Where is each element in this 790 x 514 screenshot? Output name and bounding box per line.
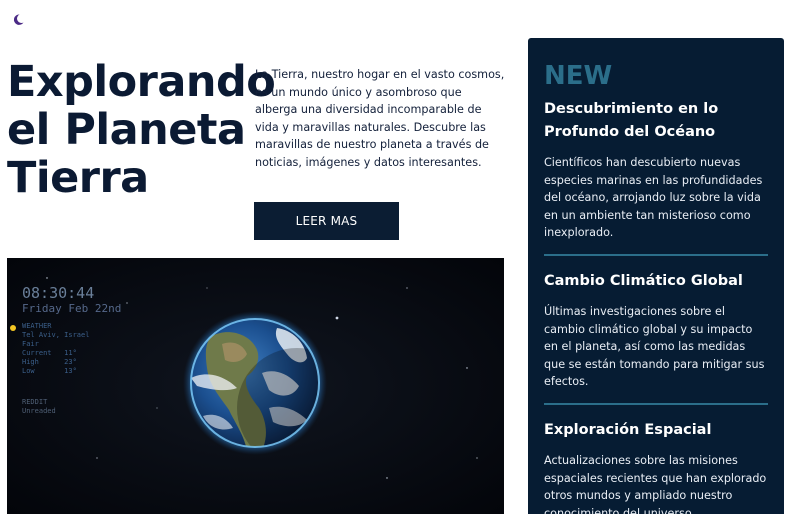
wallpaper-weather: WEATHER Tel Aviv, Israel Fair Current 11… (22, 322, 89, 376)
news-body: Científicos han descubierto nuevas espec… (544, 156, 763, 240)
news-title[interactable]: Descubrimiento en lo Profundo del Océano (544, 98, 768, 144)
weather-sun-icon (10, 325, 16, 331)
earth-image: 08:30:44 Friday Feb 22nd WEATHER Tel Avi… (7, 258, 504, 514)
news-item[interactable]: Exploración Espacial Actualizaciones sob… (544, 419, 768, 514)
news-body: Últimas investigaciones sobre el cambio … (544, 304, 765, 389)
news-panel: NEW Descubrimiento en lo Profundo del Oc… (528, 38, 784, 514)
weather-condition: Fair (22, 340, 39, 348)
divider (544, 402, 768, 405)
moon-icon[interactable] (11, 13, 25, 27)
news-body: Actualizaciones sobre las misiones espac… (544, 453, 767, 514)
wallpaper-reddit: REDDIT Unreaded (22, 398, 56, 416)
news-heading: NEW (544, 61, 613, 91)
weather-row: Current 11° (22, 349, 77, 357)
news-item[interactable]: Descubrimiento en lo Profundo del Océano… (544, 98, 768, 254)
news-item[interactable]: Cambio Climático Global Últimas investig… (544, 270, 768, 403)
wallpaper-clock: 08:30:44 (22, 284, 95, 302)
weather-row: Low 13° (22, 367, 77, 375)
reddit-sub: Unreaded (22, 407, 56, 415)
weather-location: Tel Aviv, Israel (22, 331, 90, 339)
news-title[interactable]: Exploración Espacial (544, 419, 768, 442)
wallpaper-date: Friday Feb 22nd (22, 302, 122, 315)
news-title[interactable]: Cambio Climático Global (544, 270, 768, 293)
reddit-label: REDDIT (22, 398, 48, 406)
weather-row: High 23° (22, 358, 77, 366)
divider (544, 253, 768, 256)
weather-label: WEATHER (22, 322, 52, 330)
read-more-button[interactable]: LEER MAS (254, 202, 399, 240)
page-title: Explorando el Planeta Tierra (7, 57, 276, 203)
hero-description: La Tierra, nuestro hogar en el vasto cos… (255, 68, 505, 169)
